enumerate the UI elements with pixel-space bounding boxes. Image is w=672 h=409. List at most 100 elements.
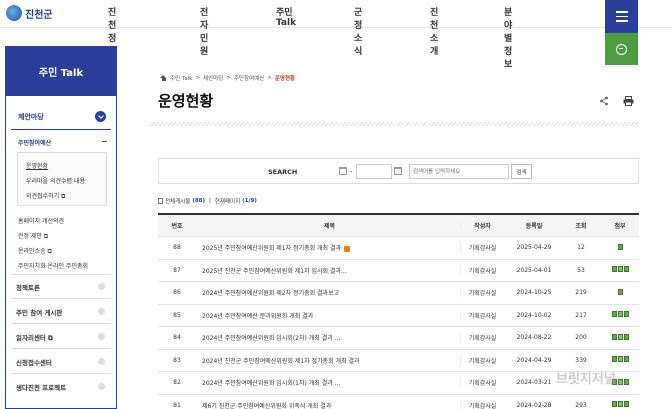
- file-icon[interactable]: [617, 311, 623, 318]
- total-count: (88): [192, 198, 205, 204]
- breadcrumb-item[interactable]: 주민 Talk: [170, 74, 192, 82]
- header-title: 제목: [323, 223, 336, 230]
- row-title[interactable]: 2024년 주민참여예산위원회 제2차 정기총회 결과보고: [202, 288, 457, 297]
- keyword-input[interactable]: [409, 164, 509, 179]
- file-icon[interactable]: [617, 333, 623, 340]
- sidebar-item-proposal[interactable]: 전정 제안 ⧉: [18, 231, 48, 241]
- row-attach: [602, 243, 638, 252]
- calendar-icon[interactable]: [339, 167, 347, 175]
- nav-item-intro[interactable]: 진천소개: [430, 5, 438, 57]
- file-icon[interactable]: [623, 356, 629, 363]
- print-icon[interactable]: [623, 96, 634, 106]
- file-icon[interactable]: [611, 333, 617, 340]
- sidebar-item-homepage[interactable]: 홈페이지 개선의견: [18, 216, 64, 225]
- nav-item-news[interactable]: 군정소식: [354, 5, 362, 57]
- row-title[interactable]: 2025년 진천군 주민참여예산위원회 제1차 임시회 결과...: [202, 266, 457, 275]
- file-icon[interactable]: [617, 401, 623, 408]
- sidebar-item-application[interactable]: 신청접수센터: [16, 357, 52, 367]
- row-views: 200: [575, 334, 587, 342]
- row-date: 2025-04-29: [516, 244, 552, 252]
- sidebar-item-assembly[interactable]: 주민자치회 온라인 주민총회: [18, 261, 88, 270]
- table-row[interactable]: 81 제6기 진천군 주민참여예산위원회 위촉식 개최 결과 기획감사실 2024-0…: [158, 395, 639, 409]
- table-row[interactable]: 85 2024년 주민참여예산 분과위원회 개최 결과 기획감사실 2024-10-0…: [158, 305, 639, 327]
- breadcrumb-item[interactable]: 제안마당: [203, 74, 223, 82]
- file-icon[interactable]: [617, 266, 623, 273]
- date-separator: -: [350, 168, 353, 176]
- divider: [11, 323, 111, 324]
- header-no: 번호: [171, 223, 183, 230]
- menu-icon[interactable]: [605, 0, 638, 33]
- sidebar-item-status[interactable]: 운영현황: [26, 161, 48, 170]
- file-icon[interactable]: [611, 401, 617, 408]
- file-icon[interactable]: [623, 333, 629, 340]
- breadcrumb-current: 운영현황: [274, 76, 296, 82]
- file-icon[interactable]: [611, 311, 617, 318]
- row-title[interactable]: 2024년 진천군 주민참여예산위원회 제1차 정기총회 개최 결과: [202, 356, 457, 365]
- file-icon[interactable]: [611, 356, 617, 363]
- file-icon[interactable]: [617, 288, 623, 295]
- file-icon[interactable]: [623, 266, 629, 273]
- nav-item-fields[interactable]: 분야별정보: [504, 5, 512, 70]
- sidebar-category[interactable]: 제안마당: [11, 104, 111, 130]
- sidebar-item-jobs[interactable]: 일자리센터 ⧉: [16, 332, 53, 343]
- home-icon[interactable]: [160, 75, 167, 81]
- row-title[interactable]: 2024년 주민참여예산위원회 임시회(2차) 개최 결과 ...: [202, 333, 457, 342]
- table-row[interactable]: 87 2025년 진천군 주민참여예산위원회 제1차 임시회 결과... 기획감사실…: [158, 260, 639, 282]
- file-icon[interactable]: [617, 243, 623, 250]
- row-author: 기획감사실: [460, 265, 504, 275]
- row-title[interactable]: 2024년 주민참여예산 분과위원회 개최 결과: [202, 311, 457, 320]
- header-author: 작성자: [460, 221, 504, 230]
- sidebar-item-board[interactable]: 주민 참여 게시판: [16, 307, 62, 317]
- table-row[interactable]: 88 2025년 주민참여예산위원회 제1차 정기총회 개최 결과 기획감사실 202…: [158, 237, 639, 260]
- circle-icon: [98, 358, 105, 365]
- collapse-icon[interactable]: [102, 141, 107, 142]
- table-row[interactable]: 86 2024년 주민참여예산위원회 제2차 정기총회 결과보고 기획감사실 2024…: [158, 282, 639, 305]
- logo[interactable]: 진천군: [6, 5, 53, 21]
- row-date: 2024-10-02: [516, 311, 552, 319]
- row-views: 53: [577, 266, 585, 274]
- row-no: 82: [173, 379, 181, 387]
- search-panel: SEARCH - 검색: [158, 158, 639, 184]
- row-attach: [602, 266, 638, 274]
- calendar-icon[interactable]: [394, 167, 402, 175]
- row-title[interactable]: 2025년 주민참여예산위원회 제1차 정기총회 개최 결과: [202, 243, 457, 252]
- row-title[interactable]: 제6기 진천군 주민참여예산위원회 위촉식 개최 결과: [202, 401, 457, 409]
- circle-icon: [98, 383, 105, 390]
- sidebar-item-budget[interactable]: 주민참여예산: [18, 138, 51, 147]
- header-attach: 첨부: [614, 223, 626, 230]
- page-title: 운영현황: [158, 92, 214, 110]
- top-header: 진천군 진천 정보공개 전자민원 주민 Talk 군정소식 진천소개 분야별정보: [0, 0, 672, 83]
- row-no: 83: [173, 356, 181, 364]
- nav-item-civil[interactable]: 전자민원: [200, 5, 208, 57]
- sidebar-category-label: 제안마당: [18, 113, 44, 121]
- file-icon[interactable]: [611, 266, 617, 273]
- search-button[interactable]: 검색: [511, 164, 532, 179]
- file-icons: [611, 401, 629, 408]
- sidebar-item-debate[interactable]: 정책토론: [16, 282, 40, 292]
- row-date: 2025-04-01: [516, 266, 552, 274]
- sidebar-item-project[interactable]: 생다진천 프로젝트: [16, 382, 66, 392]
- end-date-field[interactable]: [404, 164, 406, 179]
- sidebar-item-submit[interactable]: 의견접수하기 ⧉: [26, 191, 65, 201]
- file-icon[interactable]: [617, 356, 623, 363]
- start-date-input[interactable]: [356, 164, 392, 179]
- nav-item-talk[interactable]: 주민 Talk: [276, 5, 296, 28]
- file-icon[interactable]: [623, 311, 629, 318]
- breadcrumb-item[interactable]: 주민참여예산: [234, 74, 264, 82]
- row-title[interactable]: 2024년 주민참여예산위원회 임시회(1차) 개최 결과 ...: [202, 378, 457, 387]
- file-icon[interactable]: [617, 378, 623, 385]
- toggle-icon[interactable]: [95, 111, 106, 122]
- row-author: 기획감사실: [460, 243, 504, 253]
- search-label: SEARCH: [268, 168, 298, 176]
- share-icon[interactable]: [599, 96, 609, 106]
- logo-text: 진천군: [25, 9, 53, 21]
- row-date: 2024-10-25: [516, 289, 552, 297]
- sidebar-item-lawsuit[interactable]: 온라인소송 ⧉: [18, 246, 52, 256]
- file-icon[interactable]: [623, 401, 629, 408]
- table-row[interactable]: 84 2024년 주민참여예산위원회 임시회(2차) 개최 결과 ... 기획감사실…: [158, 327, 639, 350]
- sidebar-item-opinions[interactable]: 우리마을 의견수렴 내용: [26, 176, 85, 185]
- row-attach: [602, 401, 638, 409]
- file-icon[interactable]: [623, 378, 629, 385]
- search-icon[interactable]: [605, 33, 638, 65]
- breadcrumb: 주민 Talk > 제안마당 > 주민참여예산 > 운영현황: [160, 74, 295, 82]
